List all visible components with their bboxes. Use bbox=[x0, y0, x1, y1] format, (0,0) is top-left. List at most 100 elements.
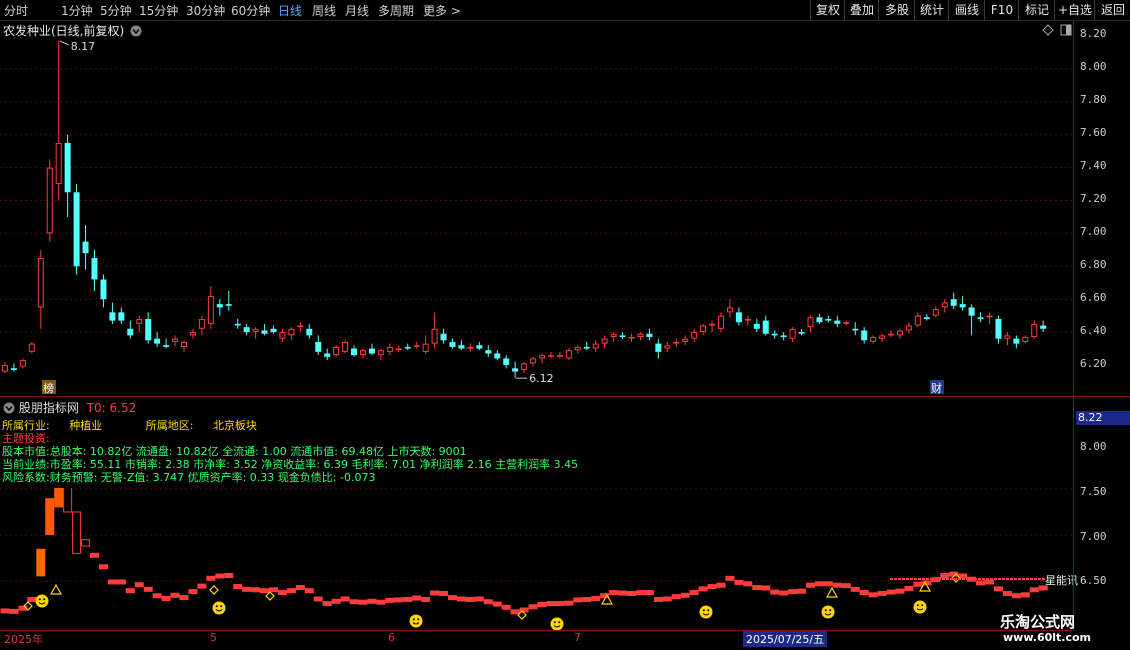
candle-body bbox=[127, 328, 134, 336]
period-more-button[interactable]: 更多 > bbox=[423, 2, 461, 19]
indicator-bar bbox=[349, 599, 359, 605]
indicator-bar bbox=[36, 548, 46, 577]
period-tab-multi[interactable]: 多周期 bbox=[378, 2, 414, 19]
period-toolbar: 分时 1分钟 5分钟 15分钟 30分钟 60分钟 日线 周线 月线 多周期 更… bbox=[0, 0, 1130, 21]
indicator-bar bbox=[904, 585, 914, 591]
chevron-down-icon[interactable] bbox=[130, 25, 142, 37]
mark-button[interactable]: 标记 bbox=[1018, 0, 1055, 20]
candle-body bbox=[771, 333, 778, 336]
indicator-bar bbox=[707, 584, 717, 590]
smiley-eye bbox=[43, 598, 46, 601]
statistics-button[interactable]: 统计 bbox=[914, 0, 949, 20]
candle-body bbox=[306, 328, 313, 336]
indicator-bar bbox=[215, 573, 225, 579]
candle-body bbox=[512, 368, 519, 372]
draw-line-button[interactable]: 画线 bbox=[948, 0, 985, 20]
price-tick: 7.60 bbox=[1080, 126, 1107, 139]
indicator-bar bbox=[412, 595, 422, 601]
candle-body bbox=[1031, 323, 1038, 338]
period-tab-15min[interactable]: 15分钟 bbox=[139, 2, 178, 19]
candle-body bbox=[726, 307, 733, 313]
candle-body bbox=[73, 192, 80, 267]
candle-body bbox=[2, 365, 8, 372]
price-chart[interactable]: 8.17 6.12 榜 财 bbox=[0, 39, 1073, 394]
date-label: 6 bbox=[388, 631, 395, 644]
candle-body bbox=[556, 355, 563, 357]
candle-body bbox=[136, 318, 143, 324]
industry-value: 种植业 bbox=[69, 419, 103, 432]
indicator-bar bbox=[206, 575, 216, 581]
smiley-face bbox=[212, 601, 226, 615]
period-tab-monthly[interactable]: 月线 bbox=[345, 2, 369, 19]
candle-body bbox=[100, 279, 107, 300]
indicator-bar bbox=[242, 586, 252, 592]
smiley-eye bbox=[558, 621, 561, 624]
candle-body bbox=[189, 332, 196, 336]
candle-body bbox=[950, 299, 957, 306]
candle-body bbox=[261, 330, 268, 334]
smiley-eye bbox=[824, 609, 827, 612]
period-tab-timeshare[interactable]: 分时 bbox=[4, 2, 28, 19]
indicator-tick: 7.50 bbox=[1080, 485, 1107, 498]
add-watchlist-button[interactable]: +自选 bbox=[1054, 0, 1095, 20]
indicator-bar bbox=[850, 586, 860, 592]
low-price-label: 6.12 bbox=[529, 372, 554, 385]
candle-body bbox=[753, 323, 760, 329]
candle-body bbox=[664, 345, 671, 349]
indicator-bar bbox=[107, 579, 117, 585]
diamond-signal-icon bbox=[209, 585, 219, 595]
indicator-bar bbox=[680, 592, 690, 598]
overlay-button[interactable]: 叠加 bbox=[844, 0, 879, 20]
period-tab-60min[interactable]: 60分钟 bbox=[231, 2, 270, 19]
smiley-eye bbox=[412, 618, 415, 621]
candle-body bbox=[252, 328, 259, 333]
candle-body bbox=[46, 167, 53, 234]
candle-body bbox=[440, 333, 447, 341]
indicator-chart[interactable] bbox=[0, 488, 1073, 630]
period-tab-weekly[interactable]: 周线 bbox=[312, 2, 336, 19]
candle-body bbox=[315, 341, 322, 352]
indicator-bar bbox=[385, 597, 395, 603]
indicator-bar bbox=[1029, 587, 1039, 593]
period-tab-5min[interactable]: 5分钟 bbox=[100, 2, 132, 19]
f10-button[interactable]: F10 bbox=[984, 0, 1019, 20]
candle-body bbox=[995, 318, 1002, 339]
indicator-bar bbox=[134, 582, 144, 588]
indicator-bar bbox=[224, 573, 234, 579]
candle-body bbox=[709, 323, 716, 326]
back-button[interactable]: 返回 bbox=[1094, 0, 1130, 20]
candle-body bbox=[154, 338, 161, 344]
candle-body bbox=[449, 341, 456, 347]
period-tab-daily[interactable]: 日线 bbox=[278, 2, 302, 19]
candle-body bbox=[351, 348, 358, 356]
diamond-icon[interactable] bbox=[1042, 24, 1054, 36]
multi-stock-button[interactable]: 多股 bbox=[878, 0, 915, 20]
pane-divider bbox=[0, 396, 1130, 397]
window-toggle-icon[interactable] bbox=[1060, 24, 1072, 36]
indicator-bar bbox=[635, 590, 645, 596]
candle-body bbox=[583, 346, 590, 349]
indicator-bar bbox=[251, 587, 261, 593]
diamond-signal-icon bbox=[265, 591, 275, 601]
smiley-signal-icon bbox=[821, 605, 835, 619]
indicator-bar bbox=[752, 584, 762, 590]
chevron-down-icon[interactable] bbox=[3, 402, 15, 414]
candle-body bbox=[923, 317, 930, 319]
indicator-bar bbox=[474, 596, 484, 602]
period-tab-1min[interactable]: 1分钟 bbox=[61, 2, 93, 19]
price-tick: 7.20 bbox=[1080, 192, 1107, 205]
smiley-signal-icon bbox=[35, 594, 49, 608]
cai-marker-label: 财 bbox=[931, 381, 942, 394]
candle-body bbox=[368, 348, 375, 354]
indicator-bar bbox=[430, 590, 440, 596]
candle-body bbox=[431, 328, 438, 344]
fuquan-button[interactable]: 复权 bbox=[810, 0, 845, 20]
candle-body bbox=[270, 328, 277, 333]
period-tab-30min[interactable]: 30分钟 bbox=[186, 2, 225, 19]
candle-body bbox=[682, 338, 689, 342]
indicator-bar bbox=[161, 596, 171, 602]
candle-body bbox=[932, 309, 939, 316]
smiley-signal-icon bbox=[550, 617, 564, 630]
candle-body bbox=[1013, 338, 1020, 344]
smiley-eye bbox=[702, 609, 705, 612]
